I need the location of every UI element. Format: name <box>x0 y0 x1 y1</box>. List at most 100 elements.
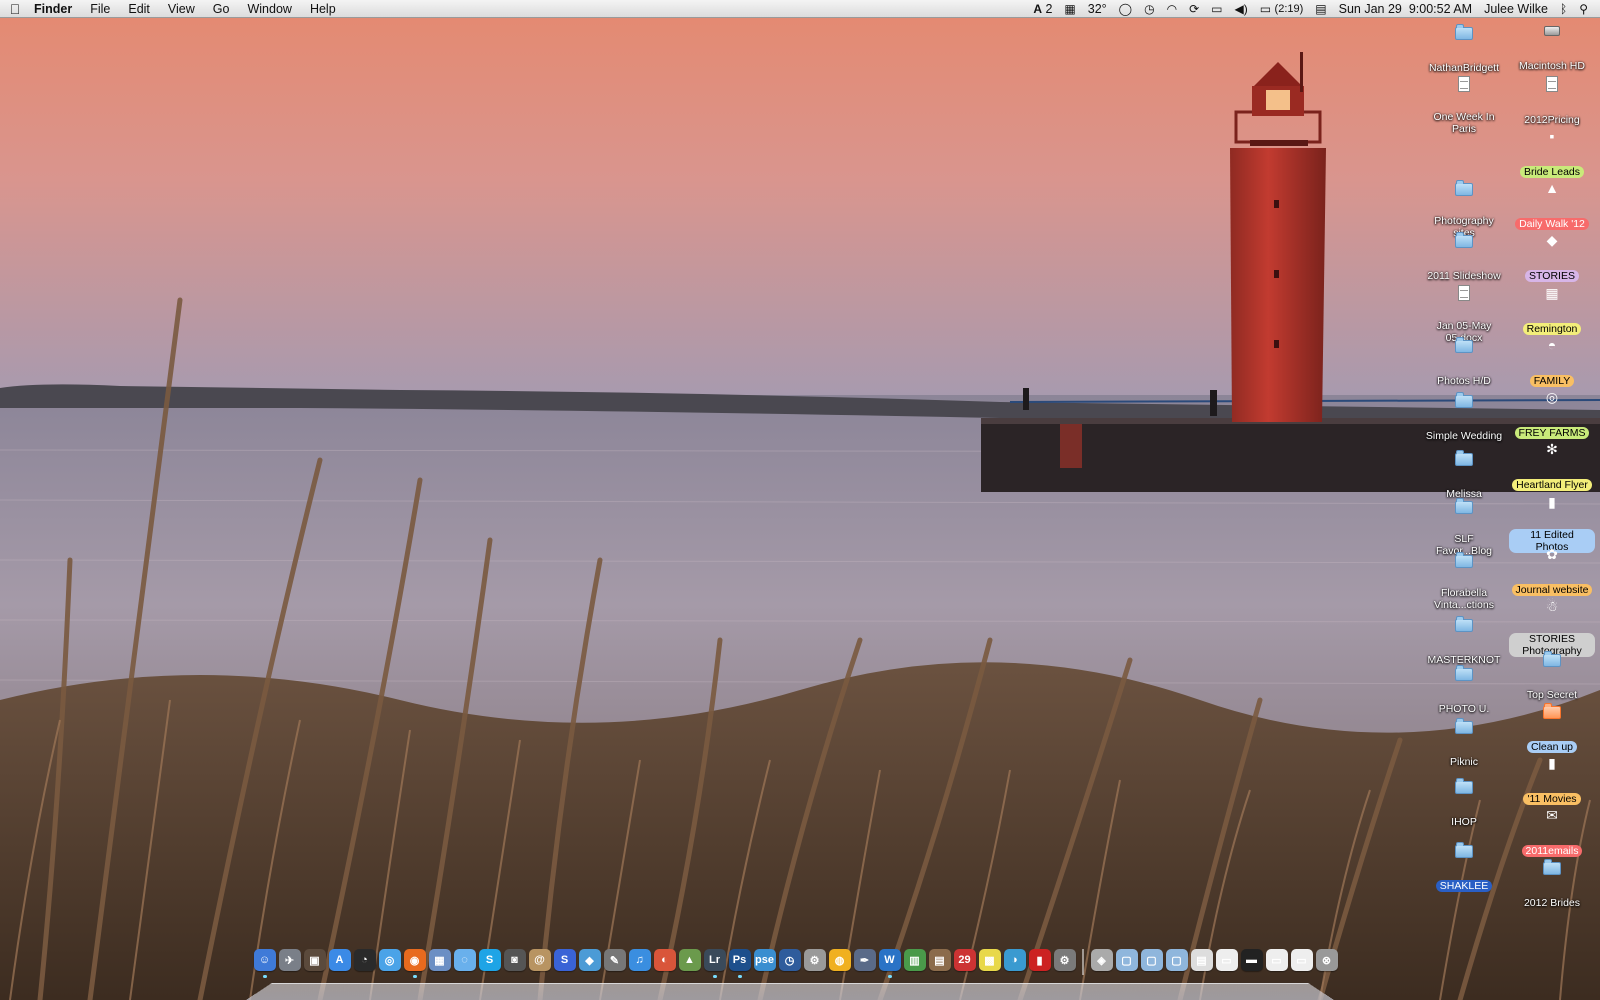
desktop-icon-simple-wedding[interactable]: Simple Wedding <box>1421 392 1507 444</box>
chat-extra[interactable]: ◯ <box>1113 0 1138 18</box>
dock-facetime[interactable]: ◙ <box>503 949 526 971</box>
menu-window[interactable]: Window <box>238 0 300 18</box>
wifi-extra[interactable]: ◠ <box>1161 0 1183 18</box>
dock-pages[interactable]: ✒ <box>853 949 876 971</box>
dock-automator[interactable]: ⚙ <box>803 949 826 971</box>
desktop-icon-ihop[interactable]: IHOP <box>1421 778 1507 830</box>
dock-numbers[interactable]: ▥ <box>903 949 926 971</box>
dock-lightroom[interactable]: Lr <box>703 949 726 978</box>
dock-network[interactable]: ◑ <box>1003 949 1026 971</box>
desktop-icon-slf-favor-blog[interactable]: SLF Favor...Blog <box>1421 498 1507 559</box>
desktop-icon-stories[interactable]: ◆ STORIES <box>1509 232 1595 284</box>
desktop-icon-2011-slideshow[interactable]: 2011 Slideshow <box>1421 232 1507 284</box>
menu-file[interactable]: File <box>81 0 119 18</box>
temperature: 32° <box>1087 2 1107 16</box>
skype-icon: S <box>485 954 494 966</box>
dock-address-book[interactable]: @ <box>528 949 551 971</box>
desktop-icon-melissa[interactable]: Melissa <box>1421 450 1507 502</box>
desktop-icon-label: Macintosh HD <box>1519 60 1585 72</box>
dock-downloads[interactable]: ▢ <box>1165 949 1188 971</box>
calendar-extra[interactable]: ▦ <box>1058 0 1081 18</box>
desktop-icon-bride-leads[interactable]: ▪ Bride Leads <box>1509 128 1595 180</box>
dock-firefox[interactable]: ◉ <box>403 949 426 978</box>
dock-photo-booth[interactable]: ▣ <box>303 949 326 971</box>
volume-extra[interactable]: ◀) <box>1228 0 1253 18</box>
dock-doc-1[interactable]: ▤ <box>1190 949 1213 971</box>
dock-window-2[interactable]: ▬ <box>1240 949 1263 971</box>
dock-word[interactable]: W <box>878 949 901 978</box>
desktop-icon-11-movies[interactable]: ▮ '11 Movies <box>1509 755 1595 807</box>
dock-evernote[interactable]: S <box>553 949 576 971</box>
dock-app-store[interactable]: A <box>328 949 351 971</box>
dock-system-preferences[interactable]: ⚙ <box>1053 949 1076 971</box>
dock-safari[interactable]: ◎ <box>378 949 401 971</box>
desktop-icon-photos-h-d[interactable]: Photos H/D <box>1421 337 1507 389</box>
menu-edit[interactable]: Edit <box>119 0 159 18</box>
weather-extra[interactable]: 32° <box>1082 0 1113 18</box>
dock-ical[interactable]: 29 <box>953 949 976 971</box>
dock-flip[interactable]: ▮ <box>1028 949 1051 971</box>
desktop-icon-florabella-vinta-ctions[interactable]: Florabella Vinta...ctions <box>1421 552 1507 613</box>
dock-growl[interactable]: ◍ <box>828 949 851 971</box>
dock-trash[interactable]: ⊗ <box>1315 949 1338 971</box>
desktop-icon-masterknot[interactable]: MASTERKNOT <box>1421 616 1507 668</box>
dock-photoshop[interactable]: Ps <box>728 949 751 978</box>
menu-help[interactable]: Help <box>301 0 345 18</box>
dock-stickies[interactable]: ▩ <box>978 949 1001 971</box>
clock-extra[interactable]: Sun Jan 29 9:00:52 AM <box>1333 0 1478 18</box>
desktop-icon-2011emails[interactable]: ✉ 2011emails <box>1509 807 1595 859</box>
dock-iphoto[interactable]: ▲ <box>678 949 701 971</box>
desktop-icon-stories-photography[interactable]: ☃ STORIES Photography <box>1509 598 1595 659</box>
user-extra[interactable]: Julee Wilke <box>1478 0 1554 18</box>
battery-extra[interactable]: ▭ (2:19) <box>1254 0 1310 18</box>
menu-view[interactable]: View <box>159 0 204 18</box>
desktop-icon-remington[interactable]: ▦ Remington <box>1509 285 1595 337</box>
dock-utilities[interactable]: ◈ <box>1090 949 1113 971</box>
dock-keynote[interactable]: ▤ <box>928 949 951 971</box>
dock-launchpad[interactable]: ✈ <box>278 949 301 971</box>
dock-finder[interactable]: ☺ <box>253 949 276 978</box>
sync-extra[interactable]: ⟳ <box>1183 0 1205 18</box>
dock-window-3[interactable]: ▭ <box>1265 949 1288 971</box>
desktop-icon-2012pricing[interactable]: 2012Pricing <box>1509 76 1595 128</box>
network-icon: ◑ <box>1011 954 1018 966</box>
adobe-updater-extra[interactable]: A 2 <box>1027 0 1058 18</box>
dock-skype[interactable]: S <box>478 949 501 971</box>
notes-extra[interactable]: ▤ <box>1309 0 1332 18</box>
dock-ichat[interactable]: ◌ <box>453 949 476 971</box>
desktop-icon-shaklee[interactable]: SHAKLEE <box>1421 842 1507 894</box>
bluetooth-extra[interactable]: ᛒ <box>1554 0 1573 18</box>
dock-window-1[interactable]: ▭ <box>1215 949 1238 971</box>
desktop-icon-piknic[interactable]: Piknic <box>1421 718 1507 770</box>
dock-applications[interactable]: ▢ <box>1115 949 1138 971</box>
dock-dropbox[interactable]: ◆ <box>578 949 601 971</box>
desktop-icon-photo-u[interactable]: PHOTO U. <box>1421 665 1507 717</box>
desktop-icon-2012-brides[interactable]: 2012 Brides <box>1509 859 1595 911</box>
desktop-icon-daily-walk-12[interactable]: ▲ Daily Walk '12 <box>1509 180 1595 232</box>
desktop-icon-clean-up[interactable]: Clean up <box>1509 703 1595 755</box>
menu-finder[interactable]: Finder <box>30 0 81 18</box>
desktop-icon-label: SHAKLEE <box>1435 880 1493 892</box>
desktop-icon-family[interactable]: ◓ FAMILY <box>1509 337 1595 389</box>
dock-photoshop-elements[interactable]: pse <box>753 949 776 971</box>
time-machine-extra[interactable]: ◷ <box>1138 0 1160 18</box>
desktop-icon-one-week-in-paris[interactable]: One Week In Paris <box>1421 76 1507 137</box>
desktop-icon-nathanbridgett[interactable]: NathanBridgett <box>1421 24 1507 76</box>
dock-window-4[interactable]: ▭ <box>1290 949 1313 971</box>
dock-preview[interactable]: ▦ <box>428 949 451 971</box>
desktop-icon-frey-farms[interactable]: ◎ FREY FARMS <box>1509 389 1595 441</box>
display-extra[interactable]: ▭ <box>1205 0 1228 18</box>
dock-itunes[interactable]: ♫ <box>628 949 651 971</box>
apple-menu-icon[interactable]:  <box>0 1 30 17</box>
desktop-icon-macintosh-hd[interactable]: Macintosh HD <box>1509 22 1595 74</box>
dock-documents[interactable]: ▢ <box>1140 949 1163 971</box>
dock-dashboard[interactable]: ◔ <box>353 949 376 971</box>
dock-time-machine[interactable]: ◷ <box>778 949 801 971</box>
menu-go[interactable]: Go <box>204 0 239 18</box>
spotlight-extra[interactable]: ⚲ <box>1573 0 1594 18</box>
dock-script-editor[interactable]: ✎ <box>603 949 626 971</box>
desktop-icon-journal-website[interactable]: ✿ Journal website <box>1509 546 1595 598</box>
desktop-icon-top-secret[interactable]: Top Secret <box>1509 651 1595 703</box>
desktop-icon-heartland-flyer[interactable]: ✻ Heartland Flyer <box>1509 441 1595 493</box>
dock-picasa[interactable]: ◐ <box>653 949 676 971</box>
